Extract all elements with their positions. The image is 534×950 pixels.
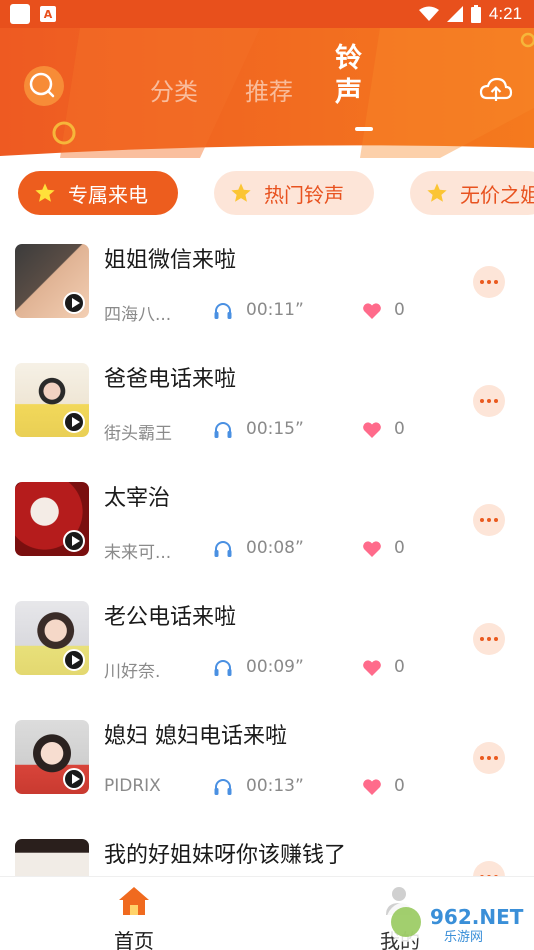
like-count: 0: [394, 419, 405, 439]
star-icon: [231, 183, 251, 202]
ringtone-author: PIDRIX: [104, 776, 161, 796]
play-icon[interactable]: [63, 530, 85, 552]
svg-text:乐游网: 乐游网: [444, 930, 483, 944]
list-item[interactable]: 姐姐微信来啦 四海八... 00:11” 0: [0, 226, 534, 345]
chip-exclusive-call[interactable]: 专属来电: [18, 171, 178, 215]
play-icon[interactable]: [63, 411, 85, 433]
ringtone-duration: 00:11”: [246, 300, 304, 320]
notification-a-icon: A: [40, 6, 56, 22]
list-item[interactable]: 媳妇 媳妇电话来啦 PIDRIX 00:13” 0: [0, 702, 534, 821]
ringtone-title: 太宰治: [104, 486, 171, 511]
ringtone-title: 爸爸电话来啦: [104, 367, 237, 392]
chip-label: 专属来电: [68, 182, 148, 207]
ringtone-thumbnail[interactable]: [15, 363, 89, 437]
headphone-icon: [214, 303, 232, 319]
search-icon: [24, 66, 64, 106]
list-item[interactable]: 太宰治 末来可... 00:08” 0: [0, 464, 534, 583]
heart-icon[interactable]: [362, 302, 382, 320]
chip-label: 无价之姐: [460, 182, 534, 207]
ringtone-author: 末来可...: [104, 543, 172, 563]
play-icon[interactable]: [63, 649, 85, 671]
headphone-icon: [214, 422, 232, 438]
status-time: 4:21: [488, 4, 522, 23]
chip-label: 热门铃声: [264, 182, 344, 207]
headphone-icon: [214, 660, 232, 676]
play-icon[interactable]: [63, 768, 85, 790]
play-icon[interactable]: [63, 292, 85, 314]
tab-recommend[interactable]: 推荐: [245, 72, 293, 107]
home-icon: [119, 887, 149, 915]
ringtone-duration: 00:09”: [246, 657, 304, 677]
tab-ringtone[interactable]: 铃声: [335, 42, 367, 110]
ringtone-title: 我的好姐妹呀你该赚钱了: [104, 843, 347, 868]
more-options-button[interactable]: [473, 385, 505, 417]
ringtone-thumbnail[interactable]: [15, 720, 89, 794]
search-button[interactable]: [20, 64, 64, 108]
header: 分类 推荐 铃声: [0, 28, 534, 158]
ringtone-author: 川好奈.: [104, 662, 161, 682]
heart-icon[interactable]: [362, 778, 382, 796]
site-watermark-logo: 962.NET 乐游网: [386, 902, 524, 944]
like-count: 0: [394, 776, 405, 796]
ringtone-title: 老公电话来啦: [104, 605, 237, 630]
ringtone-list: 姐姐微信来啦 四海八... 00:11” 0 爸爸电话来啦 街头霸王 00:15…: [0, 226, 534, 876]
ringtone-thumbnail[interactable]: [15, 244, 89, 318]
heart-icon[interactable]: [362, 540, 382, 558]
like-count: 0: [394, 657, 405, 677]
ringtone-duration: 00:15”: [246, 419, 304, 439]
headphone-icon: [214, 779, 232, 795]
signal-icon: [446, 6, 463, 22]
ringtone-duration: 00:13”: [246, 776, 304, 796]
list-item[interactable]: 爸爸电话来啦 街头霸王 00:15” 0: [0, 345, 534, 464]
like-count: 0: [394, 300, 405, 320]
star-icon: [35, 183, 55, 202]
more-options-button[interactable]: [473, 742, 505, 774]
headphone-icon: [214, 541, 232, 557]
ringtone-author: 街头霸王: [104, 424, 172, 444]
chip-hot-ringtones[interactable]: 热门铃声: [214, 171, 374, 215]
nav-home-label: 首页: [114, 929, 154, 950]
wifi-icon: [418, 6, 439, 21]
ringtone-thumbnail[interactable]: [15, 482, 89, 556]
cloud-upload-icon: [479, 77, 513, 101]
notification-square-icon: [10, 4, 30, 24]
heart-icon[interactable]: [362, 421, 382, 439]
ringtone-title: 姐姐微信来啦: [104, 248, 237, 273]
like-count: 0: [394, 538, 405, 558]
list-item[interactable]: 我的好姐妹呀你该赚钱了: [0, 821, 534, 876]
upload-button[interactable]: [478, 72, 514, 108]
more-options-button[interactable]: [473, 266, 505, 298]
ringtone-duration: 00:08”: [246, 538, 304, 558]
heart-icon[interactable]: [362, 659, 382, 677]
chip-priceless[interactable]: 无价之姐: [410, 171, 534, 215]
more-options-button[interactable]: [473, 861, 505, 876]
category-chips: 专属来电 热门铃声 无价之姐: [0, 168, 534, 220]
more-options-button[interactable]: [473, 623, 505, 655]
status-bar: A 4:21: [0, 0, 534, 28]
active-tab-indicator: [355, 127, 373, 131]
battery-icon: [470, 5, 481, 23]
ringtone-author: 四海八...: [104, 305, 172, 325]
ringtone-thumbnail[interactable]: [15, 601, 89, 675]
list-item[interactable]: 老公电话来啦 川好奈. 00:09” 0: [0, 583, 534, 702]
more-options-button[interactable]: [473, 504, 505, 536]
ringtone-thumbnail[interactable]: [15, 839, 89, 876]
nav-home[interactable]: 首页: [104, 883, 164, 950]
tab-category[interactable]: 分类: [150, 72, 198, 107]
ringtone-title: 媳妇 媳妇电话来啦: [104, 724, 287, 749]
svg-text:962.NET: 962.NET: [430, 905, 524, 929]
star-icon: [427, 183, 447, 202]
